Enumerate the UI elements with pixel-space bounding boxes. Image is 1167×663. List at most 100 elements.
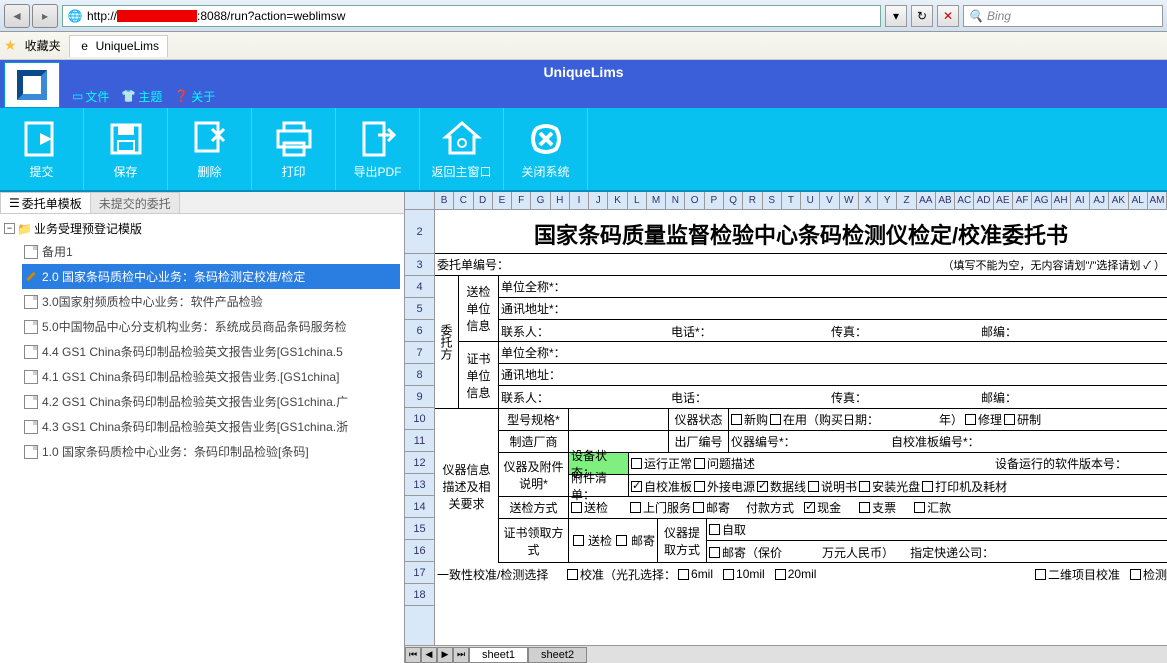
sheet-next[interactable]: ▶ xyxy=(437,647,453,663)
col-header-R[interactable]: R xyxy=(743,192,762,209)
checkbox-printer[interactable] xyxy=(922,481,933,492)
row-header-16[interactable]: 16 xyxy=(405,540,434,562)
checkbox-cd[interactable] xyxy=(859,481,870,492)
delete-button[interactable]: 删除 xyxy=(168,108,252,190)
col-header-K[interactable]: K xyxy=(608,192,627,209)
refresh-button[interactable]: ↻ xyxy=(911,5,933,27)
return-main-button[interactable]: 返回主窗口 xyxy=(420,108,504,190)
col-header-AC[interactable]: AC xyxy=(955,192,974,209)
col-header-U[interactable]: U xyxy=(801,192,820,209)
checkbox-repair[interactable] xyxy=(965,414,976,425)
col-header-AI[interactable]: AI xyxy=(1071,192,1090,209)
col-header-N[interactable]: N xyxy=(666,192,685,209)
row-header-15[interactable]: 15 xyxy=(405,518,434,540)
col-header-O[interactable]: O xyxy=(685,192,704,209)
col-header-D[interactable]: D xyxy=(474,192,493,209)
checkbox-problem[interactable] xyxy=(694,458,705,469)
checkbox-detect[interactable] xyxy=(1130,569,1141,580)
menu-file[interactable]: ▭文件 xyxy=(68,88,113,105)
col-header-AL[interactable]: AL xyxy=(1129,192,1148,209)
save-button[interactable]: 保存 xyxy=(84,108,168,190)
tree-item-3[interactable]: 5.0中国物品中心分支机构业务：系统成员商品条码服务检 xyxy=(22,314,400,339)
checkbox-cal[interactable] xyxy=(567,569,578,580)
col-header-AE[interactable]: AE xyxy=(994,192,1013,209)
checkbox-inuse[interactable] xyxy=(770,414,781,425)
checkbox-pickup[interactable] xyxy=(709,524,720,535)
checkbox-send2[interactable] xyxy=(573,535,584,546)
sheet-last[interactable]: ⏭ xyxy=(453,647,469,663)
row-header-10[interactable]: 10 xyxy=(405,408,434,430)
back-button[interactable]: ◄ xyxy=(4,4,30,28)
tree-item-8[interactable]: 1.0 国家条码质检中心业务：条码印制品检验[条码] xyxy=(22,439,400,464)
col-header-AG[interactable]: AG xyxy=(1032,192,1051,209)
col-header-G[interactable]: G xyxy=(531,192,550,209)
corner-cell[interactable] xyxy=(405,192,435,209)
favorites-star-icon[interactable]: ★ xyxy=(4,37,17,54)
checkbox-power[interactable] xyxy=(694,481,705,492)
tab-unsubmitted[interactable]: 未提交的委托 xyxy=(90,192,180,213)
col-header-AB[interactable]: AB xyxy=(936,192,955,209)
col-header-AM[interactable]: AM xyxy=(1148,192,1167,209)
checkbox-calboard[interactable] xyxy=(631,481,642,492)
col-header-C[interactable]: C xyxy=(454,192,473,209)
col-header-AJ[interactable]: AJ xyxy=(1090,192,1109,209)
col-header-P[interactable]: P xyxy=(705,192,724,209)
checkbox-mail[interactable] xyxy=(693,502,704,513)
tab-template[interactable]: ☰ 委托单模板 xyxy=(0,192,91,213)
checkbox-remit[interactable] xyxy=(914,502,925,513)
tree-item-5[interactable]: 4.1 GS1 China条码印制品检验英文报告业务.[GS1china] xyxy=(22,364,400,389)
row-header-14[interactable]: 14 xyxy=(405,496,434,518)
row-header-17[interactable]: 17 xyxy=(405,562,434,584)
checkbox-check[interactable] xyxy=(859,502,870,513)
checkbox-cash[interactable] xyxy=(804,502,815,513)
col-header-F[interactable]: F xyxy=(512,192,531,209)
col-header-T[interactable]: T xyxy=(782,192,801,209)
col-header-I[interactable]: I xyxy=(570,192,589,209)
go-button[interactable]: ▾ xyxy=(885,5,907,27)
collapse-icon[interactable]: − xyxy=(4,223,15,234)
col-header-M[interactable]: M xyxy=(647,192,666,209)
col-header-X[interactable]: X xyxy=(859,192,878,209)
sheet-prev[interactable]: ◀ xyxy=(421,647,437,663)
row-header-9[interactable]: 9 xyxy=(405,386,434,408)
tree-item-6[interactable]: 4.2 GS1 China条码印制品检验英文报告业务[GS1china.广 xyxy=(22,389,400,414)
col-header-AK[interactable]: AK xyxy=(1109,192,1128,209)
col-header-H[interactable]: H xyxy=(551,192,570,209)
tree-root[interactable]: − 📁 业务受理预登记模版 xyxy=(4,218,400,239)
tree-item-7[interactable]: 4.3 GS1 China条码印制品检验英文报告业务[GS1china.浙 xyxy=(22,414,400,439)
checkbox-2d[interactable] xyxy=(1035,569,1046,580)
row-header-7[interactable]: 7 xyxy=(405,342,434,364)
print-button[interactable]: 打印 xyxy=(252,108,336,190)
col-header-AA[interactable]: AA xyxy=(917,192,936,209)
export-pdf-button[interactable]: 导出PDF xyxy=(336,108,420,190)
checkbox-send[interactable] xyxy=(571,502,582,513)
checkbox-new[interactable] xyxy=(731,414,742,425)
col-header-V[interactable]: V xyxy=(820,192,839,209)
col-header-J[interactable]: J xyxy=(589,192,608,209)
close-system-button[interactable]: 关闭系统 xyxy=(504,108,588,190)
tree-item-4[interactable]: 4.4 GS1 China条码印制品检验英文报告业务[GS1china.5 xyxy=(22,339,400,364)
tree-item-1[interactable]: 2.0 国家条码质检中心业务：条码检测定校准/检定 xyxy=(22,264,400,289)
col-header-AH[interactable]: AH xyxy=(1052,192,1071,209)
checkbox-trial[interactable] xyxy=(1004,414,1015,425)
col-header-W[interactable]: W xyxy=(840,192,859,209)
col-header-L[interactable]: L xyxy=(628,192,647,209)
checkbox-mail2[interactable] xyxy=(616,535,627,546)
favorites-label[interactable]: 收藏夹 xyxy=(25,37,61,54)
col-header-Q[interactable]: Q xyxy=(724,192,743,209)
tree-item-2[interactable]: 3.0国家射频质检中心业务：软件产品检验 xyxy=(22,289,400,314)
col-header-Z[interactable]: Z xyxy=(897,192,916,209)
checkbox-manual[interactable] xyxy=(808,481,819,492)
sheet-tab-2[interactable]: sheet2 xyxy=(528,647,587,663)
col-header-AD[interactable]: AD xyxy=(974,192,993,209)
checkbox-mail3[interactable] xyxy=(709,547,720,558)
row-header-3[interactable]: 3 xyxy=(405,254,434,276)
row-header-4[interactable]: 4 xyxy=(405,276,434,298)
sheet-tab-1[interactable]: sheet1 xyxy=(469,647,528,663)
row-header-13[interactable]: 13 xyxy=(405,474,434,496)
row-header-12[interactable]: 12 xyxy=(405,452,434,474)
forward-button[interactable]: ▸ xyxy=(32,4,58,28)
menu-theme[interactable]: 👕主题 xyxy=(117,88,166,105)
row-header-8[interactable]: 8 xyxy=(405,364,434,386)
row-header-5[interactable]: 5 xyxy=(405,298,434,320)
